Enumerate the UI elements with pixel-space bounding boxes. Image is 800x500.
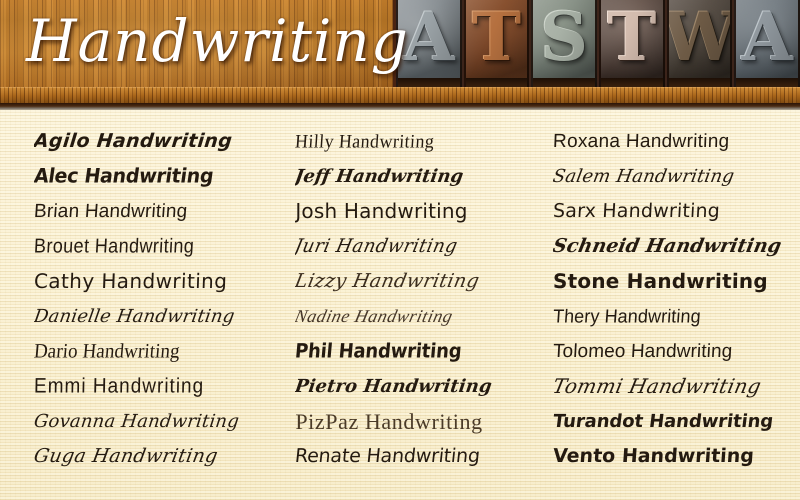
font-sample-label: Turandot Handwriting (552, 411, 775, 432)
type-block-glyph: T (471, 0, 522, 76)
font-column-1: Agilo Handwriting Alec Handwriting Brian… (0, 110, 281, 500)
font-list-item[interactable]: Cathy Handwriting (34, 264, 281, 299)
font-list-item[interactable]: Juri Handwriting (295, 229, 542, 264)
font-list-item[interactable]: Emmi Handwriting (34, 369, 281, 404)
font-list-item[interactable]: Alec Handwriting (34, 159, 281, 194)
font-list-item[interactable]: Thery Handwriting (553, 299, 800, 334)
header-banner: A T S T A Handwriting (0, 0, 800, 110)
type-block-face: A (736, 0, 798, 78)
font-sample-label: Lizzy Handwriting (295, 270, 482, 292)
letterpress-type-blocks-image: A T S T A (393, 0, 800, 96)
type-block: T (599, 0, 665, 96)
font-sample-label: Hilly Handwriting (295, 130, 436, 152)
font-sample-label: Salem Handwriting (552, 166, 736, 187)
font-sample-label: Thery Handwriting (552, 305, 702, 327)
font-sample-label: Juri Handwriting (295, 235, 460, 258)
page-root: A T S T A Handwriting Agilo Handwriting … (0, 0, 800, 500)
font-list-item[interactable]: Roxana Handwriting (553, 124, 800, 159)
font-sample-label: Roxana Handwriting (552, 131, 730, 152)
wood-base-strip (0, 87, 800, 103)
page-title: Handwriting (26, 7, 409, 75)
font-list-item[interactable]: PizPaz Handwriting (295, 404, 542, 439)
font-list-item[interactable]: Tommi Handwriting (553, 369, 800, 404)
font-sample-label: Pietro Handwriting (295, 376, 494, 397)
font-sample-label: Cathy Handwriting (34, 269, 228, 293)
type-block: S (531, 0, 598, 96)
font-sample-label: Emmi Handwriting (34, 374, 205, 399)
type-block: T (463, 0, 530, 96)
font-sample-label: Agilo Handwriting (34, 130, 234, 152)
font-list-item[interactable]: Danielle Handwriting (34, 299, 281, 334)
type-block: A (734, 0, 800, 96)
font-list-item[interactable]: Stone Handwriting (553, 264, 800, 299)
font-sample-label: Stone Handwriting (552, 269, 768, 293)
type-block-face: T (466, 0, 528, 78)
font-sample-label: Schneid Handwriting (552, 235, 783, 257)
font-list-item[interactable]: Salem Handwriting (553, 159, 800, 194)
type-block-glyph: T (607, 0, 657, 76)
font-column-2: Hilly Handwriting Jeff Handwriting Josh … (281, 110, 542, 500)
font-list-item[interactable]: Jeff Handwriting (295, 159, 542, 194)
font-list-item[interactable]: Pietro Handwriting (295, 369, 542, 404)
font-sample-label: Nadine Handwriting (295, 306, 456, 326)
font-list-item[interactable]: Govanna Handwriting (34, 404, 281, 439)
font-sample-label: Phil Handwriting (295, 339, 463, 364)
paper-body: Agilo Handwriting Alec Handwriting Brian… (0, 110, 800, 500)
font-list-item[interactable]: Agilo Handwriting (34, 124, 281, 159)
type-block-glyph: A (403, 0, 455, 76)
font-list-item[interactable]: Schneid Handwriting (553, 229, 800, 264)
font-list-item[interactable]: Phil Handwriting (295, 334, 542, 369)
type-block: W (666, 0, 733, 96)
font-sample-label: Tolomeo Handwriting (552, 341, 733, 362)
font-sample-label: Alec Handwriting (34, 164, 215, 188)
font-sample-label: Brouet Handwriting (34, 234, 195, 258)
font-sample-label: PizPaz Handwriting (295, 409, 483, 434)
font-sample-label: Guga Handwriting (34, 445, 220, 467)
font-list-item[interactable]: Vento Handwriting (553, 439, 800, 474)
font-sample-label: Josh Handwriting (295, 199, 468, 223)
font-sample-label: Vento Handwriting (552, 445, 755, 467)
header-shadow-band (0, 103, 800, 110)
font-sample-label: Govanna Handwriting (34, 411, 241, 432)
font-list-item[interactable]: Josh Handwriting (295, 194, 542, 229)
font-sample-label: Sarx Handwriting (552, 200, 721, 222)
font-sample-label: Jeff Handwriting (295, 166, 466, 187)
font-list-item[interactable]: Renate Handwriting (295, 439, 542, 474)
font-list-item[interactable]: Guga Handwriting (34, 439, 281, 474)
font-list-item[interactable]: Lizzy Handwriting (295, 264, 542, 299)
font-list-item[interactable]: Hilly Handwriting (295, 124, 542, 159)
type-block-face: S (533, 0, 595, 78)
font-list-item[interactable]: Turandot Handwriting (553, 404, 800, 439)
type-block-glyph: W (669, 4, 731, 70)
font-sample-label: Tommi Handwriting (552, 374, 764, 398)
type-block-face: W (669, 0, 731, 78)
type-block-face: T (601, 0, 663, 78)
font-list-item[interactable]: Nadine Handwriting (295, 299, 542, 334)
font-sample-label: Renate Handwriting (295, 445, 482, 467)
font-list: Agilo Handwriting Alec Handwriting Brian… (0, 110, 800, 500)
font-list-item[interactable]: Dario Handwriting (34, 334, 281, 369)
font-list-item[interactable]: Brouet Handwriting (34, 229, 281, 264)
type-block-glyph: A (741, 0, 793, 76)
font-list-item[interactable]: Tolomeo Handwriting (553, 334, 800, 369)
font-list-item[interactable]: Sarx Handwriting (553, 194, 800, 229)
type-block-row: A T S T A (396, 0, 800, 96)
font-sample-label: Brian Handwriting (34, 201, 189, 222)
font-sample-label: Dario Handwriting (34, 340, 181, 363)
font-sample-label: Danielle Handwriting (34, 306, 237, 327)
font-column-3: Roxana Handwriting Salem Handwriting Sar… (543, 110, 800, 500)
font-list-item[interactable]: Brian Handwriting (34, 194, 281, 229)
type-block-glyph: S (540, 0, 589, 76)
